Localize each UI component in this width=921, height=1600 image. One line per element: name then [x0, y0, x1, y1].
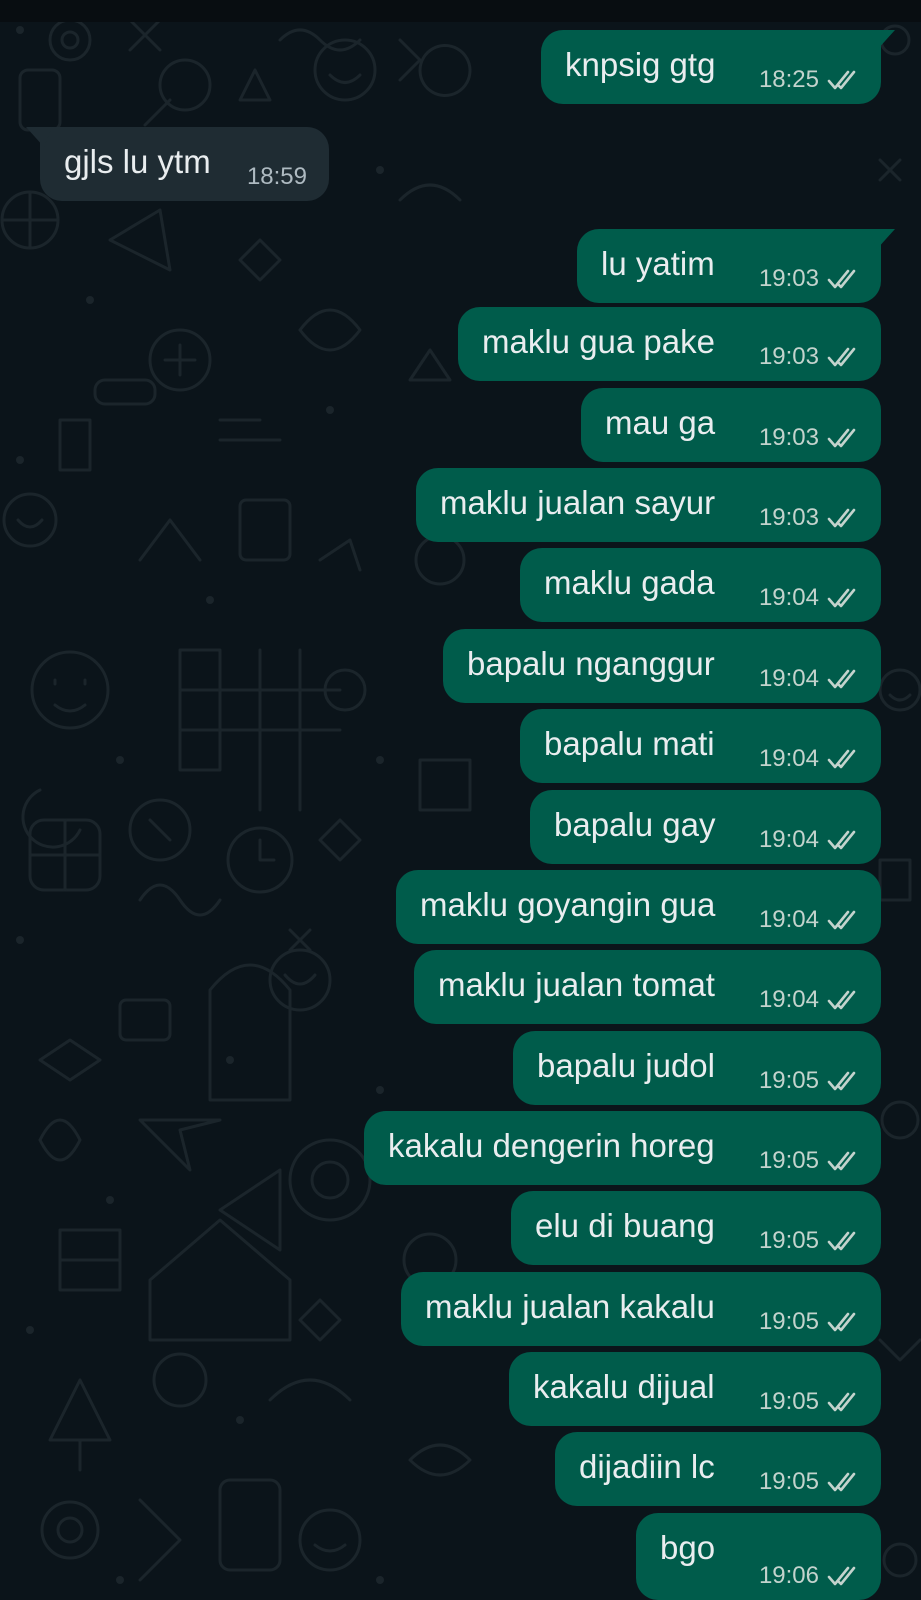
message-meta: 19:04	[759, 665, 859, 693]
message-text: bgo	[660, 1529, 716, 1566]
double-check-icon	[827, 588, 856, 608]
double-check-icon	[827, 910, 856, 930]
message-text: maklu gada	[544, 564, 715, 601]
message-timestamp: 19:03	[758, 265, 819, 292]
double-check-icon	[827, 1312, 856, 1332]
outgoing-message-bubble[interactable]: elu di buang 19:05	[511, 1191, 881, 1265]
message-text: kakalu dengerin horeg	[388, 1127, 715, 1164]
outgoing-message-bubble[interactable]: bapalu nganggur 19:04	[443, 629, 881, 703]
message-timestamp: 19:03	[758, 343, 819, 370]
message-text: kakalu dijual	[533, 1368, 715, 1405]
outgoing-message-bubble[interactable]: maklu goyangin gua 19:04	[396, 870, 881, 944]
double-check-icon	[827, 749, 856, 769]
message-meta: 19:03	[759, 424, 859, 452]
message-text: maklu gua pake	[482, 323, 715, 360]
message-meta: 19:05	[759, 1227, 859, 1255]
outgoing-message-bubble[interactable]: kakalu dijual 19:05	[509, 1352, 881, 1426]
outgoing-message-bubble[interactable]: lu yatim 19:03	[577, 229, 895, 303]
message-timestamp: 19:04	[758, 906, 819, 933]
outgoing-message-bubble[interactable]: kakalu dengerin horeg 19:05	[364, 1111, 881, 1185]
double-check-icon	[827, 990, 856, 1010]
outgoing-message-bubble[interactable]: maklu jualan kakalu 19:05	[401, 1272, 881, 1346]
double-check-icon	[827, 428, 856, 448]
outgoing-message-bubble[interactable]: maklu gada 19:04	[520, 548, 881, 622]
message-text: bapalu judol	[537, 1047, 715, 1084]
message-timestamp: 18:59	[246, 163, 307, 190]
message-meta: 19:04	[759, 745, 859, 773]
message-meta: 19:05	[759, 1147, 859, 1175]
message-meta: 19:05	[759, 1067, 859, 1095]
outgoing-message-bubble[interactable]: dijadiin lc 19:05	[555, 1432, 881, 1506]
outgoing-message-bubble[interactable]: knpsig gtg 18:25	[541, 30, 895, 104]
message-timestamp: 19:06	[758, 1562, 819, 1589]
bubble-tail	[869, 30, 895, 50]
message-timestamp: 19:05	[758, 1147, 819, 1174]
outgoing-message-bubble[interactable]: mau ga 19:03	[581, 388, 881, 462]
message-timestamp: 19:04	[758, 584, 819, 611]
double-check-icon	[827, 1392, 856, 1412]
incoming-message-bubble[interactable]: gjls lu ytm 18:59	[26, 127, 329, 201]
message-text: dijadiin lc	[579, 1448, 715, 1485]
message-meta: 19:05	[759, 1468, 859, 1496]
double-check-icon	[827, 508, 856, 528]
message-text: maklu jualan tomat	[438, 966, 715, 1003]
outgoing-message-bubble[interactable]: bapalu gay 19:04	[530, 790, 881, 864]
message-text: bapalu gay	[554, 806, 716, 843]
double-check-icon	[827, 1071, 856, 1091]
outgoing-message-bubble[interactable]: maklu jualan tomat 19:04	[414, 950, 881, 1024]
message-meta: 19:05	[759, 1388, 859, 1416]
message-text: lu yatim	[601, 245, 715, 282]
message-timestamp: 18:25	[758, 66, 819, 93]
message-timestamp: 19:05	[758, 1468, 819, 1495]
message-timestamp: 19:04	[758, 826, 819, 853]
double-check-icon	[827, 347, 856, 367]
message-meta: 19:03	[759, 343, 859, 371]
message-text: maklu jualan sayur	[440, 484, 716, 521]
message-timestamp: 19:04	[758, 986, 819, 1013]
outgoing-message-bubble[interactable]: maklu gua pake 19:03	[458, 307, 881, 381]
outgoing-message-bubble[interactable]: maklu jualan sayur 19:03	[416, 468, 881, 542]
message-meta: 19:06	[759, 1562, 859, 1590]
message-text: maklu goyangin gua	[420, 886, 716, 923]
message-meta: 19:04	[759, 906, 859, 934]
message-timestamp: 19:04	[758, 745, 819, 772]
double-check-icon	[827, 1231, 856, 1251]
message-text: knpsig gtg	[565, 46, 716, 83]
bubble-tail	[26, 127, 52, 147]
double-check-icon	[827, 1566, 856, 1586]
bubble-tail	[869, 229, 895, 249]
message-text: mau ga	[605, 404, 716, 441]
double-check-icon	[827, 70, 856, 90]
message-text: maklu jualan kakalu	[425, 1288, 715, 1325]
message-timestamp: 19:05	[758, 1227, 819, 1254]
message-meta: 19:04	[759, 986, 859, 1014]
outgoing-message-bubble[interactable]: bgo 19:06	[636, 1513, 881, 1600]
double-check-icon	[827, 1151, 856, 1171]
message-timestamp: 19:05	[758, 1388, 819, 1415]
double-check-icon	[827, 669, 856, 689]
message-timestamp: 19:03	[758, 424, 819, 451]
message-text: bapalu nganggur	[467, 645, 715, 682]
message-text: bapalu mati	[544, 725, 715, 762]
message-meta: 19:03	[759, 265, 859, 293]
message-meta: 19:05	[759, 1308, 859, 1336]
message-timestamp: 19:05	[758, 1067, 819, 1094]
message-text: gjls lu ytm	[64, 143, 211, 180]
message-meta: 19:04	[759, 826, 859, 854]
message-meta: 18:59	[247, 163, 307, 191]
message-timestamp: 19:05	[758, 1308, 819, 1335]
message-meta: 18:25	[759, 66, 859, 94]
message-text: elu di buang	[535, 1207, 715, 1244]
double-check-icon	[827, 1472, 856, 1492]
message-meta: 19:04	[759, 584, 859, 612]
outgoing-message-bubble[interactable]: bapalu mati 19:04	[520, 709, 881, 783]
message-timestamp: 19:04	[758, 665, 819, 692]
message-timestamp: 19:03	[758, 504, 819, 531]
outgoing-message-bubble[interactable]: bapalu judol 19:05	[513, 1031, 881, 1105]
double-check-icon	[827, 269, 856, 289]
message-meta: 19:03	[759, 504, 859, 532]
top-bar-edge	[0, 0, 921, 22]
double-check-icon	[827, 830, 856, 850]
